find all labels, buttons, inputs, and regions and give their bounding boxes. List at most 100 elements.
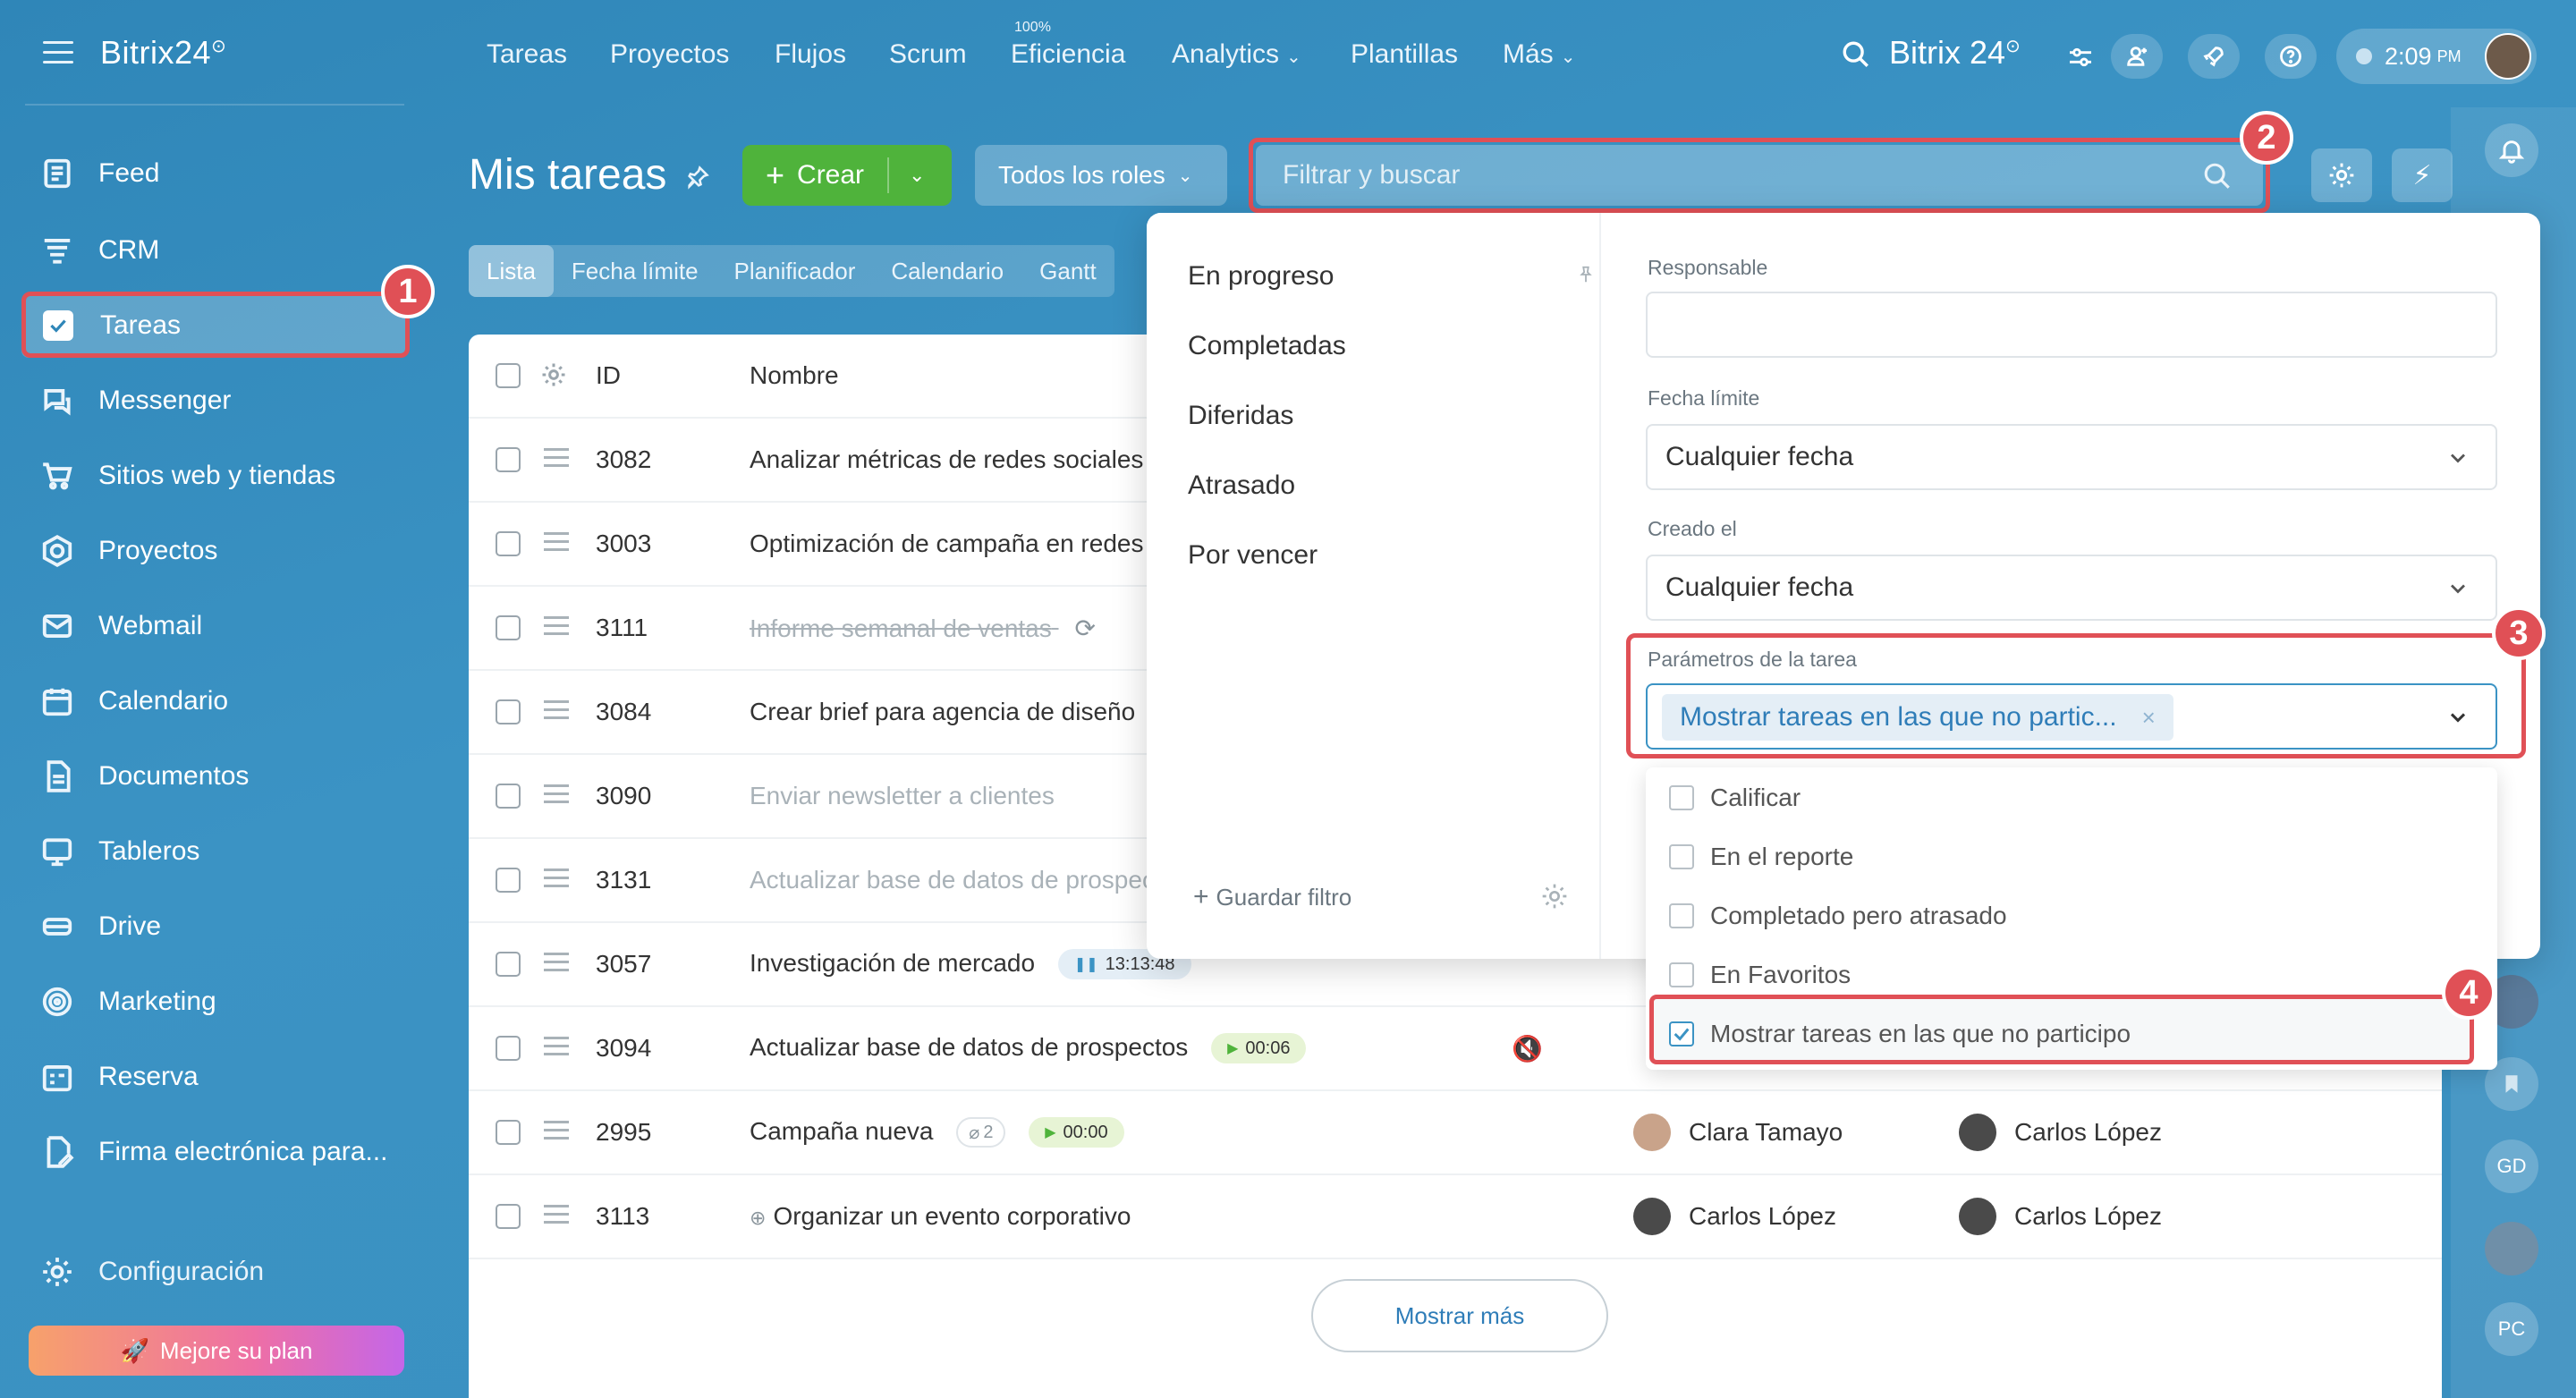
- drag-handle-icon[interactable]: [544, 1204, 569, 1229]
- task-name[interactable]: Campaña nueva ⌀ 2 ▶ 00:00: [750, 1117, 1124, 1148]
- pin-icon[interactable]: [1576, 265, 1596, 289]
- topnav-analytics[interactable]: Analytics ⌄: [1172, 39, 1301, 70]
- column-header-name[interactable]: Nombre: [750, 361, 839, 390]
- drag-handle-icon[interactable]: [544, 868, 569, 893]
- sidebar-item-boards[interactable]: Tableros: [21, 819, 406, 884]
- tab-gantt[interactable]: Gantt: [1021, 245, 1114, 297]
- attachment-badge[interactable]: ⌀ 2: [956, 1117, 1006, 1148]
- task-name[interactable]: ⊕ Organizar un evento corporativo: [750, 1202, 1131, 1231]
- add-subtask-icon[interactable]: ⊕: [750, 1207, 766, 1229]
- responsible-person[interactable]: Carlos López: [1633, 1198, 1836, 1235]
- tab-deadline[interactable]: Fecha límite: [554, 245, 716, 297]
- sidebar-item-booking[interactable]: Reserva: [21, 1045, 406, 1109]
- sidebar-item-webmail[interactable]: Webmail: [21, 594, 406, 658]
- responsible-input[interactable]: [1646, 292, 2497, 358]
- roles-dropdown[interactable]: Todos los roles ⌄: [975, 145, 1227, 206]
- search-icon[interactable]: [1841, 39, 1871, 74]
- column-header-id[interactable]: ID: [596, 361, 621, 390]
- rocket-button[interactable]: [2188, 34, 2240, 79]
- creator-person[interactable]: Carlos López: [1959, 1114, 2162, 1151]
- menu-icon[interactable]: [43, 41, 73, 64]
- checkbox[interactable]: [1669, 785, 1694, 810]
- upgrade-plan-button[interactable]: 🚀 Mejore su plan: [29, 1326, 404, 1376]
- checkbox[interactable]: [1669, 844, 1694, 869]
- creator-person[interactable]: Carlos López: [1959, 1198, 2162, 1235]
- sidebar-item-projects[interactable]: Proyectos: [21, 519, 406, 583]
- table-row[interactable]: 3113 ⊕ Organizar un evento corporativo Ca…: [469, 1175, 2442, 1259]
- task-name[interactable]: Analizar métricas de redes sociales: [750, 445, 1143, 474]
- automation-button[interactable]: ⚡: [2392, 148, 2453, 202]
- task-name[interactable]: Investigación de mercado ❚❚ 13:13:48: [750, 949, 1191, 980]
- topnav-efficiency[interactable]: Eficiencia: [1011, 39, 1125, 70]
- preset-deferred[interactable]: Diferidas: [1188, 401, 1293, 431]
- row-checkbox[interactable]: [496, 868, 521, 893]
- sidebar-item-crm[interactable]: CRM: [21, 218, 406, 283]
- avatar[interactable]: [2485, 1222, 2538, 1275]
- select-all-checkbox[interactable]: [496, 363, 521, 388]
- bell-icon[interactable]: [2485, 123, 2538, 177]
- sidebar-item-sites[interactable]: Sitios web y tiendas: [21, 444, 406, 508]
- mute-icon[interactable]: 🔇: [1512, 1034, 1543, 1063]
- row-checkbox[interactable]: [496, 1204, 521, 1229]
- task-name[interactable]: Actualizar base de datos de prospectos: [750, 866, 1188, 894]
- sidebar-item-drive[interactable]: Drive: [21, 894, 406, 959]
- clock-widget[interactable]: 2:09 PM: [2336, 29, 2537, 84]
- drag-handle-icon[interactable]: [544, 447, 569, 472]
- row-checkbox[interactable]: [496, 531, 521, 556]
- option-completed-late[interactable]: Completado pero atrasado: [1669, 902, 2007, 930]
- drag-handle-icon[interactable]: [544, 531, 569, 556]
- responsible-person[interactable]: Clara Tamayo: [1633, 1114, 1843, 1151]
- row-checkbox[interactable]: [496, 952, 521, 977]
- checkbox-checked[interactable]: [1669, 1021, 1694, 1046]
- sidebar-item-messenger[interactable]: Messenger: [21, 369, 406, 433]
- option-in-report[interactable]: En el reporte: [1669, 843, 1853, 871]
- tab-list[interactable]: Lista: [469, 245, 554, 297]
- pin-icon[interactable]: [685, 165, 710, 194]
- preset-completed[interactable]: Completadas: [1188, 331, 1346, 361]
- task-name[interactable]: Optimización de campaña en redes: [750, 530, 1143, 558]
- sidebar-item-feed[interactable]: Feed: [21, 141, 406, 206]
- option-rate[interactable]: Calificar: [1669, 784, 1801, 812]
- list-settings-button[interactable]: [2311, 148, 2372, 202]
- drag-handle-icon[interactable]: [544, 784, 569, 809]
- avatar-initials-pc[interactable]: PC: [2485, 1302, 2538, 1356]
- brand-logo[interactable]: Bitrix24⊙: [100, 34, 226, 72]
- row-checkbox[interactable]: [496, 784, 521, 809]
- checkbox[interactable]: [1669, 962, 1694, 987]
- drag-handle-icon[interactable]: [544, 615, 569, 640]
- topnav-templates[interactable]: Plantillas: [1351, 39, 1458, 70]
- row-checkbox[interactable]: [496, 1120, 521, 1145]
- topnav-flows[interactable]: Flujos: [775, 39, 846, 70]
- topnav-tasks[interactable]: Tareas: [487, 39, 567, 70]
- row-checkbox[interactable]: [496, 699, 521, 724]
- table-row[interactable]: 2995 Campaña nueva ⌀ 2 ▶ 00:00 Clara Tamay…: [469, 1091, 2442, 1175]
- drag-handle-icon[interactable]: [544, 1120, 569, 1145]
- topnav-projects[interactable]: Proyectos: [610, 39, 729, 70]
- gear-icon[interactable]: [540, 361, 565, 394]
- row-checkbox[interactable]: [496, 1036, 521, 1061]
- preset-due-soon[interactable]: Por vencer: [1188, 540, 1318, 571]
- topnav-more[interactable]: Más ⌄: [1503, 39, 1575, 70]
- timer-badge[interactable]: ▶ 00:00: [1029, 1117, 1124, 1148]
- preset-overdue[interactable]: Atrasado: [1188, 470, 1295, 501]
- show-more-button[interactable]: Mostrar más: [1311, 1279, 1608, 1352]
- save-filter-button[interactable]: + Guardar filtro: [1193, 882, 1352, 912]
- chevron-down-icon[interactable]: ⌄: [909, 164, 925, 187]
- created-select[interactable]: Cualquier fecha: [1646, 555, 2497, 621]
- gear-icon[interactable]: [1540, 882, 1569, 915]
- drag-handle-icon[interactable]: [544, 699, 569, 724]
- row-checkbox[interactable]: [496, 615, 521, 640]
- checkbox[interactable]: [1669, 903, 1694, 928]
- add-user-button[interactable]: [2111, 34, 2163, 79]
- create-button[interactable]: + Crear ⌄: [742, 145, 952, 206]
- tab-calendar[interactable]: Calendario: [873, 245, 1021, 297]
- deadline-select[interactable]: Cualquier fecha: [1646, 424, 2497, 490]
- drag-handle-icon[interactable]: [544, 1036, 569, 1061]
- option-favorites[interactable]: En Favoritos: [1669, 961, 1851, 989]
- task-name[interactable]: Crear brief para agencia de diseño: [750, 698, 1135, 726]
- task-name[interactable]: Enviar newsletter a clientes: [750, 782, 1055, 810]
- tab-planner[interactable]: Planificador: [716, 245, 874, 297]
- avatar-initials-gd[interactable]: GD: [2485, 1140, 2538, 1193]
- option-not-participating[interactable]: Mostrar tareas en las que no participo: [1669, 1020, 2131, 1048]
- task-name[interactable]: Actualizar base de datos de prospectos ▶…: [750, 1033, 1307, 1064]
